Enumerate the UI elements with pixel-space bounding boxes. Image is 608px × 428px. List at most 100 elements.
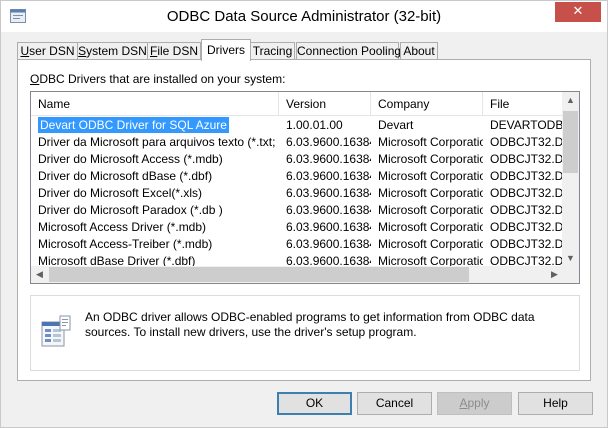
tab-mnemonic: S bbox=[78, 44, 87, 58]
cancel-button[interactable]: Cancel bbox=[357, 392, 432, 415]
cell-text: Microsoft Corporation bbox=[378, 152, 483, 166]
column-header-company[interactable]: Company bbox=[371, 92, 483, 116]
cell-text: Driver do Microsoft Excel(*.xls) bbox=[38, 186, 203, 200]
driver-version-cell: 6.03.9600.16384 bbox=[279, 236, 371, 253]
cell-text: ODBCJT32.DL bbox=[490, 237, 563, 251]
drivers-panel: ODBC Drivers that are installed on your … bbox=[17, 59, 591, 381]
table-row[interactable]: Driver do Microsoft Paradox (*.db ) 6.03.… bbox=[31, 202, 563, 219]
close-button[interactable]: ✕ bbox=[555, 2, 601, 22]
info-box: An ODBC driver allows ODBC-enabled progr… bbox=[30, 295, 580, 371]
cell-text: ODBCJT32.DL bbox=[490, 203, 563, 217]
tab-label: About bbox=[403, 44, 435, 58]
driver-company-cell: Microsoft Corporation bbox=[371, 202, 483, 219]
cell-text: DEVARTODBC bbox=[490, 118, 563, 132]
driver-company-cell: Microsoft Corporation bbox=[371, 253, 483, 267]
scroll-down-icon[interactable]: ▼ bbox=[562, 250, 579, 267]
driver-name-cell: Microsoft dBase Driver (*.dbf) bbox=[31, 253, 279, 267]
cell-text: ODBCJT32.DL bbox=[490, 152, 563, 166]
odbc-driver-icon bbox=[41, 315, 71, 347]
table-row[interactable]: Microsoft Access-Treiber (*.mdb) 6.03.960… bbox=[31, 236, 563, 253]
cell-text: Microsoft Corporation bbox=[378, 220, 483, 234]
driver-file-cell: ODBCJT32.DL bbox=[483, 202, 563, 219]
column-header-name[interactable]: Name bbox=[31, 92, 279, 116]
apply-label-rest: pply bbox=[467, 396, 490, 410]
cell-text: Devart bbox=[378, 118, 414, 132]
apply-button[interactable]: Apply bbox=[437, 392, 512, 415]
cell-text: Microsoft Corporation bbox=[378, 237, 483, 251]
table-row[interactable]: Microsoft dBase Driver (*.dbf) 6.03.9600.… bbox=[31, 253, 563, 267]
driver-version-cell: 6.03.9600.16384 bbox=[279, 185, 371, 202]
cell-text: Microsoft Corporation bbox=[378, 169, 483, 183]
cell-text: Devart ODBC Driver for SQL Azure bbox=[38, 117, 229, 133]
driver-version-cell: 6.03.9600.16384 bbox=[279, 202, 371, 219]
cell-text: 6.03.9600.16384 bbox=[286, 203, 371, 217]
driver-name-cell: Driver do Microsoft Paradox (*.db ) bbox=[31, 202, 279, 219]
driver-version-cell: 6.03.9600.16384 bbox=[279, 219, 371, 236]
horizontal-scrollbar[interactable]: ◀ ▶ bbox=[31, 266, 563, 283]
apply-mnemonic: A bbox=[459, 396, 468, 410]
column-header-file[interactable]: File bbox=[483, 92, 563, 116]
driver-file-cell: ODBCJT32.DL bbox=[483, 236, 563, 253]
driver-name-cell: Driver do Microsoft Access (*.mdb) bbox=[31, 151, 279, 168]
driver-version-cell: 6.03.9600.16384 bbox=[279, 168, 371, 185]
table-row[interactable]: Devart ODBC Driver for SQL Azure 1.00.01.… bbox=[31, 117, 563, 134]
scroll-up-icon[interactable]: ▲ bbox=[562, 92, 579, 109]
cell-text: Microsoft Corporation bbox=[378, 135, 483, 149]
tab-drivers[interactable]: Drivers bbox=[201, 39, 251, 61]
driver-file-cell: ODBCJT32.DL bbox=[483, 185, 563, 202]
driver-file-cell: ODBCJT32.DL bbox=[483, 151, 563, 168]
vertical-scroll-thumb[interactable] bbox=[563, 111, 578, 173]
cell-text: Driver do Microsoft Access (*.mdb) bbox=[38, 152, 223, 166]
driver-name-cell: Driver do Microsoft Excel(*.xls) bbox=[31, 185, 279, 202]
scrollbar-corner bbox=[562, 266, 579, 283]
drivers-list[interactable]: Name Version Company File Devart ODBC Dr… bbox=[30, 91, 580, 284]
scroll-left-icon[interactable]: ◀ bbox=[31, 266, 48, 283]
tab-label: Connection Pooling bbox=[297, 44, 402, 58]
column-header-version[interactable]: Version bbox=[279, 92, 371, 116]
table-row[interactable]: Driver do Microsoft Access (*.mdb) 6.03.9… bbox=[31, 151, 563, 168]
tab-label: ile DSN bbox=[157, 44, 199, 58]
cell-text: 6.03.9600.16384 bbox=[286, 135, 371, 149]
driver-company-cell: Microsoft Corporation bbox=[371, 219, 483, 236]
driver-company-cell: Devart bbox=[371, 117, 483, 134]
cell-text: 1.00.01.00 bbox=[286, 118, 343, 132]
window-title: ODBC Data Source Administrator (32-bit) bbox=[166, 8, 442, 25]
table-row[interactable]: Driver do Microsoft Excel(*.xls) 6.03.960… bbox=[31, 185, 563, 202]
vertical-scrollbar[interactable]: ▲ ▼ bbox=[562, 92, 579, 267]
driver-name-cell: Driver da Microsoft para arquivos texto … bbox=[31, 134, 279, 151]
tab-label: Drivers bbox=[207, 43, 245, 57]
cell-text: Microsoft Corporation bbox=[378, 203, 483, 217]
driver-company-cell: Microsoft Corporation bbox=[371, 151, 483, 168]
cell-text: 6.03.9600.16384 bbox=[286, 186, 371, 200]
driver-company-cell: Microsoft Corporation bbox=[371, 168, 483, 185]
cell-text: ODBCJT32.DL bbox=[490, 135, 563, 149]
cell-text: 6.03.9600.16384 bbox=[286, 152, 371, 166]
tab-label: ystem DSN bbox=[86, 44, 147, 58]
scroll-right-icon[interactable]: ▶ bbox=[546, 266, 563, 283]
drivers-group-label: ODBC Drivers that are installed on your … bbox=[30, 72, 285, 86]
close-icon: ✕ bbox=[572, 4, 584, 19]
driver-version-cell: 6.03.9600.16384 bbox=[279, 134, 371, 151]
group-label-mnemonic: O bbox=[30, 72, 40, 86]
title-bar[interactable]: ODBC Data Source Administrator (32-bit) … bbox=[1, 1, 607, 32]
ok-button[interactable]: OK bbox=[277, 392, 352, 415]
help-button[interactable]: Help bbox=[518, 392, 593, 415]
cell-text: Microsoft Access Driver (*.mdb) bbox=[38, 220, 207, 234]
tab-label: Tracing bbox=[252, 44, 293, 58]
table-row[interactable]: Driver da Microsoft para arquivos texto … bbox=[31, 134, 563, 151]
driver-version-cell: 6.03.9600.16384 bbox=[279, 253, 371, 267]
cell-text: ODBCJT32.DL bbox=[490, 169, 563, 183]
cell-text: 6.03.9600.16384 bbox=[286, 220, 371, 234]
table-row[interactable]: Microsoft Access Driver (*.mdb) 6.03.9600… bbox=[31, 219, 563, 236]
tab-mnemonic: U bbox=[20, 44, 30, 58]
table-row[interactable]: Driver do Microsoft dBase (*.dbf) 6.03.96… bbox=[31, 168, 563, 185]
driver-file-cell: ODBCJT32.DL bbox=[483, 168, 563, 185]
cell-text: 6.03.9600.16384 bbox=[286, 169, 371, 183]
cell-text: Driver do Microsoft Paradox (*.db ) bbox=[38, 203, 223, 217]
driver-file-cell: ODBCJT32.DL bbox=[483, 134, 563, 151]
tab-label: ser DSN bbox=[29, 44, 75, 58]
cell-text: ODBCJT32.DL bbox=[490, 186, 563, 200]
cell-text: ODBCJT32.DL bbox=[490, 220, 563, 234]
cell-text: Driver da Microsoft para arquivos texto … bbox=[38, 135, 279, 149]
horizontal-scroll-thumb[interactable] bbox=[49, 267, 469, 282]
